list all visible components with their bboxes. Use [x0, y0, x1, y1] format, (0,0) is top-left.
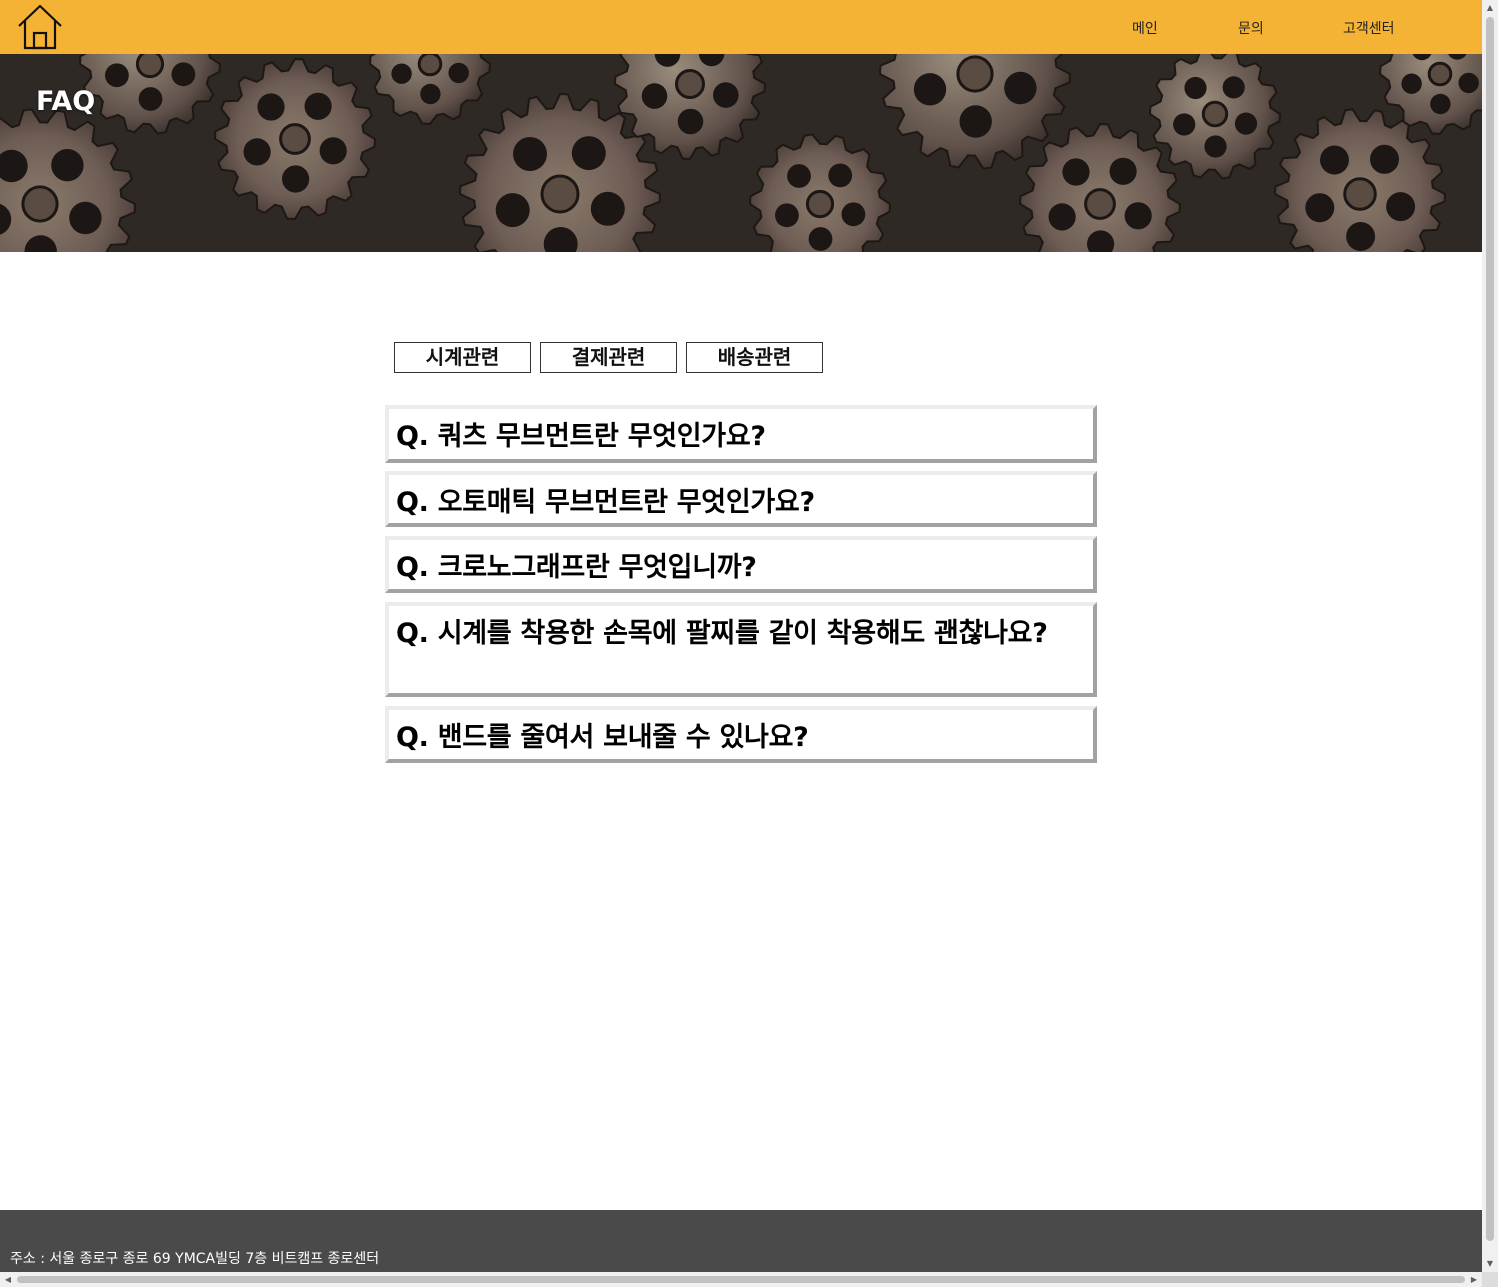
gear-hole: [787, 164, 811, 188]
gear-hole: [282, 165, 310, 193]
nav-link-inquiry[interactable]: 문의: [1238, 18, 1264, 38]
gear-hole: [1305, 193, 1335, 223]
gear-hole: [304, 92, 332, 120]
gear-hub: [540, 174, 580, 214]
gear-hole: [1401, 73, 1422, 94]
gear-hub: [805, 189, 835, 219]
gear-hole: [713, 82, 739, 108]
gear-hole: [1004, 71, 1037, 105]
scroll-left-arrow-icon[interactable]: ◀: [0, 1272, 16, 1287]
gear-hole: [841, 202, 866, 227]
category-tab-watch[interactable]: 시계관련: [394, 342, 531, 373]
gear-hole: [828, 163, 853, 188]
gear-hole: [243, 138, 271, 166]
gear-hole: [171, 62, 196, 87]
faq-item[interactable]: Q. 쿼츠 무브먼트란 무엇인가요?: [385, 405, 1097, 463]
faq-item[interactable]: Q. 오토매틱 무브먼트란 무엇인가요?: [385, 471, 1097, 527]
gear-hole: [1062, 158, 1090, 186]
gear-hub: [279, 123, 311, 155]
gear-hole: [641, 83, 668, 109]
category-tab-payment[interactable]: 결제관련: [540, 342, 677, 373]
gear-hole: [1204, 135, 1227, 158]
footer-address: 주소 : 서울 종로구 종로 69 YMCA빌딩 7층 비트캠프 종로센터: [10, 1251, 380, 1267]
gear-hole: [1234, 112, 1258, 135]
top-navigation-bar: 메인 문의 고객센터: [0, 0, 1482, 54]
gear-hole: [51, 149, 84, 182]
category-tab-shipping[interactable]: 배송관련: [686, 342, 823, 373]
gear-hole: [1048, 203, 1076, 231]
gear-hole: [775, 203, 799, 228]
nav-link-customer-center[interactable]: 고객센터: [1343, 18, 1395, 38]
gear-hole: [391, 63, 412, 84]
nav-link-main[interactable]: 메인: [1132, 18, 1158, 38]
faq-item[interactable]: Q. 밴드를 줄여서 보내줄 수 있나요?: [385, 706, 1097, 763]
gear-hole: [571, 136, 606, 171]
gear-hole: [808, 227, 833, 251]
gear-hole: [1320, 145, 1349, 175]
gear-hole: [913, 73, 947, 106]
scroll-down-arrow-icon[interactable]: ▼: [1482, 1256, 1498, 1272]
gear-hole: [513, 137, 547, 171]
gear-hole: [677, 108, 704, 135]
gear-hub: [1343, 177, 1377, 211]
gear-hole: [1124, 202, 1152, 230]
gear-hub: [21, 185, 59, 223]
gear-hole: [138, 87, 163, 111]
gear-hole: [105, 63, 129, 88]
footer: 주소 : 서울 종로구 종로 69 YMCA빌딩 7층 비트캠프 종로센터: [0, 1210, 1482, 1272]
faq-item[interactable]: Q. 크로노그래프란 무엇입니까?: [385, 536, 1097, 593]
home-icon[interactable]: [16, 3, 64, 51]
gear-hole: [1458, 72, 1479, 94]
gear-hub: [417, 54, 443, 77]
gears-background-image: [0, 54, 1482, 252]
faq-question: Q. 밴드를 줄여서 보내줄 수 있나요?: [396, 722, 809, 753]
gear-hole: [1173, 113, 1196, 136]
gear-hole: [69, 201, 102, 235]
page-title: FAQ: [36, 86, 96, 117]
gear-hub: [675, 69, 705, 99]
gear-hole: [1386, 192, 1416, 222]
gear-hub: [1201, 100, 1229, 128]
gear-hole: [1370, 144, 1399, 174]
gear-hole: [1346, 222, 1376, 251]
gear-hole: [495, 193, 530, 228]
faq-item[interactable]: Q. 시계를 착용한 손목에 팔찌를 같이 착용해도 괜찮나요?: [385, 602, 1097, 697]
gear-hub: [1084, 188, 1116, 220]
gear-hole: [959, 105, 992, 138]
gear-hub: [135, 54, 165, 79]
scrollbar-corner: [1482, 1272, 1498, 1287]
gear-hole: [319, 137, 347, 165]
gear-hole: [1222, 76, 1245, 99]
gear-hole: [1109, 157, 1137, 185]
page: 메인 문의 고객센터 FAQ 시계관련 결제관련 배송관련 Q. 쿼츠 무브먼트…: [0, 0, 1482, 1272]
gear-hole: [257, 93, 285, 121]
vertical-scrollbar[interactable]: ▲ ▼: [1482, 0, 1498, 1272]
gear-hole: [1430, 93, 1451, 115]
faq-banner: FAQ: [0, 54, 1482, 252]
horizontal-scroll-thumb[interactable]: [17, 1276, 1465, 1283]
faq-question: Q. 크로노그래프란 무엇입니까?: [396, 552, 757, 583]
gear-hub: [1427, 61, 1453, 87]
gear-hole: [590, 191, 625, 226]
gear-hole: [448, 62, 469, 84]
scroll-up-arrow-icon[interactable]: ▲: [1482, 0, 1498, 16]
horizontal-scrollbar[interactable]: ◀ ▶: [0, 1272, 1482, 1287]
faq-question: Q. 시계를 착용한 손목에 팔찌를 같이 착용해도 괜찮나요?: [396, 618, 1048, 649]
faq-question: Q. 오토매틱 무브먼트란 무엇인가요?: [396, 487, 815, 518]
scroll-right-arrow-icon[interactable]: ▶: [1466, 1272, 1482, 1287]
vertical-scroll-thumb[interactable]: [1486, 17, 1494, 1241]
faq-question: Q. 쿼츠 무브먼트란 무엇인가요?: [396, 421, 766, 452]
gear-hub: [956, 55, 994, 93]
gear-hole: [1184, 76, 1207, 100]
gear-hole: [420, 83, 441, 105]
